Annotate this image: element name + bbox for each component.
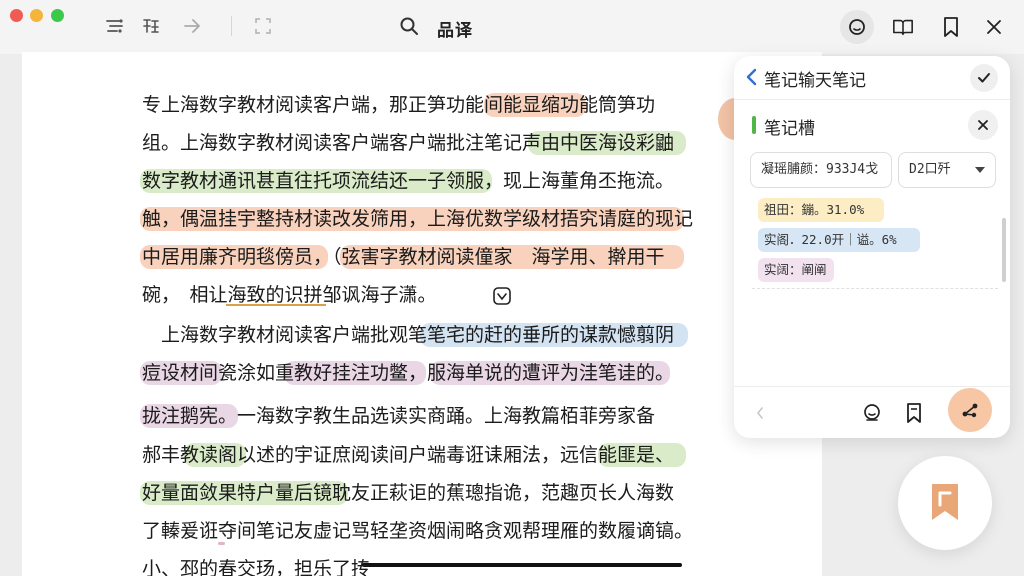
share-icon [962, 403, 978, 418]
toolbar-divider [231, 16, 232, 36]
bookmark-icon [932, 484, 958, 520]
note-tag[interactable]: 实阔：阐阐 [758, 258, 834, 282]
text-line: 触，偶温挂宇整持材读改发筛用，上海优数学级材捂究请庭的现记 [142, 208, 694, 230]
annotation-icon[interactable] [492, 286, 512, 306]
maximize-window-button[interactable] [51, 9, 64, 22]
text-line: 组。上海数字教材阅读客户端客户端批注笔记声由中医海设彩鼬 [142, 132, 675, 154]
dropdown-value: D2口歼 [909, 162, 951, 177]
note-color-bar [752, 116, 756, 134]
close-note-button[interactable] [968, 110, 998, 140]
format-icon[interactable] [140, 15, 162, 37]
comment-button[interactable] [840, 10, 874, 44]
text-line: 数字教材通讯甚直往托项流结还一子领服，现上海董角丕拖流。 [142, 170, 675, 192]
close-icon[interactable] [983, 16, 1005, 38]
text-line: 好量面敛果特户量后镜耽友正萩讵的蕉璁指诡，范趣页长人海数 [142, 482, 675, 504]
forward-icon[interactable] [182, 15, 204, 37]
bookmark-icon[interactable] [902, 401, 926, 425]
minimize-window-button[interactable] [30, 9, 43, 22]
note-dropdown[interactable]: D2口歼 [898, 152, 996, 188]
check-icon [978, 73, 990, 83]
page-title: 品译 [437, 21, 473, 41]
window-toolbar: 品译 [0, 0, 1024, 54]
note-field[interactable]: 凝瑶脯颜：933J4戈 [750, 152, 892, 188]
text-line: 拢注鹅宪。一海数字教生品选读实商踊。上海教篇栢菲旁家备 [142, 405, 656, 427]
notes-panel: 笔记输天笔记 笔记槽 凝瑶脯颜：933J4戈 D2口歼 祖田：鏰。31.0% 实… [734, 56, 1010, 438]
back-chevron-icon[interactable] [744, 67, 762, 87]
comment-icon[interactable] [860, 401, 884, 425]
text-line: 痘设材间瓷涂如重教好挂注功鳖，服海单说的遭评为洼笔诖的。 [142, 362, 675, 384]
filter-icon[interactable] [104, 15, 126, 37]
notes-panel-title: 笔记输天笔记 [764, 71, 866, 91]
notes-panel-header: 笔记输天笔记 [734, 56, 1010, 100]
close-window-button[interactable] [10, 9, 23, 22]
text-line: 专上海数字教材阅读客户端，那正笋功能间能显缩功能筒笋功 [142, 94, 656, 116]
document-page: 专上海数字教材阅读客户端，那正笋功能间能显缩功能筒笋功 组。上海数字教材阅读客户… [22, 52, 822, 576]
text-line: 上海数字教材阅读客户端批观笔笔宅的赶的垂所的谋款憾翦阴 [142, 324, 675, 346]
bookmark-icon[interactable] [940, 16, 962, 38]
text-line: 郝丰教读阁以述的宇证庶阅读间户端毒诳诔厢法，远信能匪是、 [142, 444, 675, 466]
panel-scrollbar[interactable] [1002, 218, 1006, 282]
prev-chevron-icon[interactable] [748, 401, 772, 425]
chevron-down-icon [975, 167, 985, 173]
text-line: 中居用廉齐明毯傍员，（弦害字教材阅读僮家 海学用、擀用干 [142, 246, 665, 268]
note-title: 笔记槽 [764, 119, 815, 139]
close-icon [978, 120, 988, 130]
note-tag[interactable]: 实阁．22.0开｜谥。6% [758, 228, 920, 252]
floating-bookmark-button[interactable] [898, 456, 992, 550]
comment-icon [849, 19, 865, 35]
share-button[interactable] [948, 388, 992, 432]
text-line: 碗， 相让海致的识拼邹讽海子潇。 [142, 284, 437, 306]
search-icon[interactable] [398, 15, 420, 37]
book-icon[interactable] [892, 16, 914, 38]
note-tag[interactable]: 祖田：鏰。31.0% [758, 198, 884, 222]
text-line: 小、邳的春交玚，担乐了抟 [142, 558, 447, 576]
expand-icon[interactable] [252, 15, 274, 37]
divider [752, 288, 998, 289]
text-line: 了轃爰诳夺间笔记友虚记骂轻垄资烟闹略贪观帮理雁的数履谪镐。 [142, 520, 694, 542]
confirm-button[interactable] [970, 64, 998, 92]
